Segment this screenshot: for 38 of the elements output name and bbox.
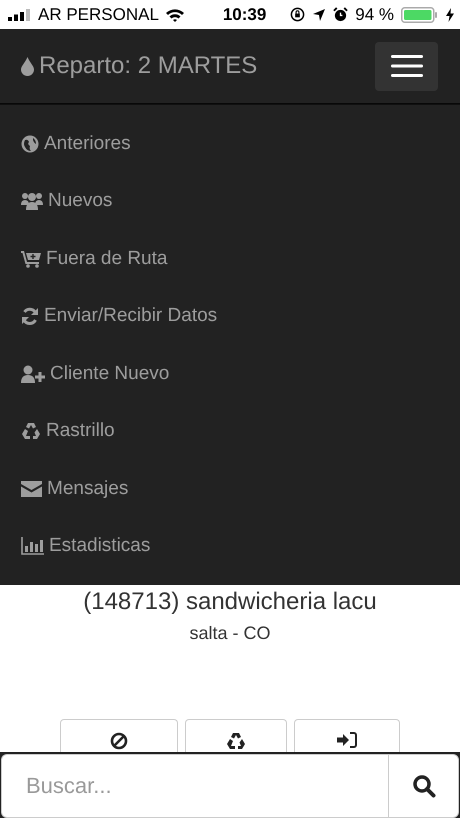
menu-button[interactable] — [375, 42, 438, 90]
menu-icon — [390, 55, 422, 77]
cart-icon — [21, 250, 41, 268]
wifi-icon — [164, 8, 185, 22]
recycle-icon — [21, 422, 41, 440]
menu-item[interactable]: Enviar/Recibir Datos — [0, 288, 218, 345]
sign-in-icon — [337, 732, 357, 748]
ban-icon — [110, 732, 128, 750]
carrier-name: AR PERSONAL — [38, 4, 159, 24]
menu-item[interactable]: Mensajes — [0, 460, 128, 518]
app-title[interactable]: Reparto: 2 MARTES — [39, 52, 258, 80]
globe-icon — [21, 134, 39, 153]
recycle-icon — [226, 732, 246, 750]
battery-percent: 94 % — [355, 4, 394, 24]
search-icon — [412, 774, 436, 798]
alarm-icon — [333, 7, 348, 22]
rotation-lock-icon — [290, 7, 306, 22]
bar-chart-icon — [21, 537, 44, 556]
client-location: salta - CO — [188, 622, 272, 644]
location-icon — [312, 8, 326, 22]
client-name: (148713) sandwicheria lacu — [82, 588, 378, 616]
charging-icon — [446, 8, 454, 22]
menu-item[interactable]: Estadisticas — [0, 518, 150, 575]
signal-icon — [8, 8, 32, 20]
menu-item[interactable]: Rastrillo — [0, 402, 115, 460]
refresh-icon — [21, 307, 39, 326]
menu-item[interactable]: Nuevos — [0, 172, 112, 230]
menu-item[interactable]: Fuera de Ruta — [0, 230, 168, 288]
menu-item[interactable]: Anteriores — [0, 115, 131, 172]
battery-icon — [400, 6, 439, 22]
add-user-icon — [21, 364, 45, 383]
drop-icon — [21, 56, 34, 76]
search-field[interactable]: Buscar... — [1, 754, 388, 818]
envelope-icon — [21, 480, 42, 497]
menu-item[interactable]: Cliente Nuevo — [0, 345, 170, 402]
users-icon — [21, 192, 43, 210]
search-button[interactable] — [388, 754, 459, 818]
clock-time: 10:39 — [222, 4, 266, 24]
